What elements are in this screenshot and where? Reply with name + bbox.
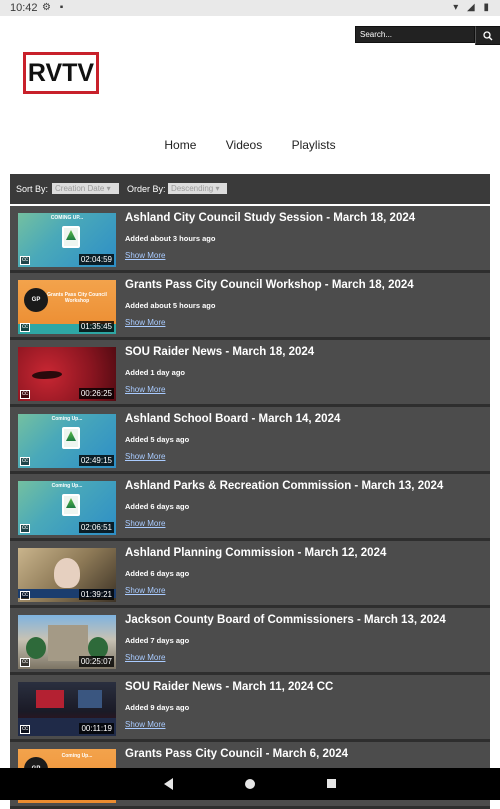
show-more-link[interactable]: Show More [125,720,165,729]
system-status-icons: ▾ ◢ ▮ [453,2,492,13]
show-more-link[interactable]: Show More [125,653,165,662]
closed-caption-icon: cc [20,725,30,734]
closed-caption-icon: cc [20,658,30,667]
video-duration: 00:25:07 [78,656,114,667]
video-item[interactable]: cc 00:26:25 SOU Raider News - March 18, … [10,340,490,407]
order-by-select[interactable]: Descending ▾ [168,183,227,194]
status-bar: 10:42 ⚙ ▪ ▾ ◢ ▮ [0,0,500,16]
video-added-time: Added about 5 hours ago [125,301,216,310]
closed-caption-icon: cc [20,524,30,533]
closed-caption-icon: cc [20,457,30,466]
video-title[interactable]: Ashland Planning Commission - March 12, … [125,547,386,559]
video-title[interactable]: Jackson County Board of Commissioners - … [125,614,446,626]
video-item[interactable]: cc 01:39:21 Ashland Planning Commission … [10,541,490,608]
closed-caption-icon: cc [20,256,30,265]
video-added-time: Added 9 days ago [125,703,190,712]
back-icon[interactable] [164,778,173,790]
video-title[interactable]: SOU Raider News - March 18, 2024 [125,346,314,358]
search-icon [483,30,493,40]
show-more-link[interactable]: Show More [125,251,165,260]
sort-by-select[interactable]: Creation Date ▾ [52,183,119,194]
video-added-time: Added 6 days ago [125,502,190,511]
video-title[interactable]: SOU Raider News - March 11, 2024 CC [125,681,333,693]
video-thumbnail[interactable]: GP Grants Pass City Council Workshop cc … [18,280,116,334]
sort-by-label: Sort By: [16,184,49,194]
video-duration: 02:49:15 [78,455,114,466]
video-added-time: Added 5 days ago [125,435,190,444]
video-title[interactable]: Ashland School Board - March 14, 2024 [125,413,340,425]
order-by-value: Descending [171,184,214,193]
video-item[interactable]: cc 00:25:07 Jackson County Board of Comm… [10,608,490,675]
video-title[interactable]: Grants Pass City Council Workshop - Marc… [125,279,414,291]
video-duration: 02:06:51 [78,522,114,533]
video-title[interactable]: Grants Pass City Council - March 6, 2024 [125,748,348,760]
search-button[interactable] [475,26,500,45]
video-duration: 00:11:19 [79,723,114,734]
video-title[interactable]: Ashland City Council Study Session - Mar… [125,212,415,224]
closed-caption-icon: cc [20,390,30,399]
video-thumbnail[interactable]: cc 00:11:19 [18,682,116,736]
video-thumbnail[interactable]: Coming Up... cc 02:49:15 [18,414,116,468]
ashland-logo-icon [62,494,80,516]
video-item[interactable]: GP Grants Pass City Council Workshop cc … [10,273,490,340]
speaker-image [54,558,80,588]
video-thumbnail[interactable]: Coming Up... cc 02:06:51 [18,481,116,535]
notification-icons: ⚙ ▪ [42,2,67,13]
search-input[interactable] [355,26,475,43]
video-thumbnail[interactable]: cc 00:26:25 [18,347,116,401]
video-item[interactable]: cc 00:11:19 SOU Raider News - March 11, … [10,675,490,742]
tree-image [26,637,46,659]
nav-playlists[interactable]: Playlists [292,138,336,152]
video-added-time: Added 6 days ago [125,569,190,578]
video-duration: 02:04:59 [78,254,114,265]
video-duration: 01:39:21 [78,589,114,600]
video-item[interactable]: COMING UP... cc 02:04:59 Ashland City Co… [10,206,490,273]
show-more-link[interactable]: Show More [125,586,165,595]
thumbnail-caption: Coming Up... [51,483,83,489]
video-list: COMING UP... cc 02:04:59 Ashland City Co… [10,206,490,809]
show-more-link[interactable]: Show More [125,519,165,528]
home-icon[interactable] [245,779,255,789]
video-thumbnail[interactable]: cc 00:25:07 [18,615,116,669]
thumbnail-caption: Coming Up... [51,416,83,422]
show-more-link[interactable]: Show More [125,452,165,461]
thumbnail-caption: Coming Up... [61,753,93,759]
video-title[interactable]: Ashland Parks & Recreation Commission - … [125,480,443,492]
main-nav: Home Videos Playlists [0,138,500,152]
sort-bar: Sort By: Creation Date ▾ Order By: Desce… [10,174,490,204]
video-thumbnail[interactable]: COMING UP... cc 02:04:59 [18,213,116,267]
nav-home[interactable]: Home [164,138,196,152]
raider-logo-icon [31,369,63,381]
closed-caption-icon: cc [20,323,30,332]
show-more-link[interactable]: Show More [125,385,165,394]
video-thumbnail[interactable]: cc 01:39:21 [18,548,116,602]
system-nav-bar [0,768,500,800]
video-duration: 01:35:45 [78,321,114,332]
video-added-time: Added 1 day ago [125,368,186,377]
recents-icon[interactable] [327,779,336,788]
nav-videos[interactable]: Videos [226,138,262,152]
video-duration: 00:26:25 [78,388,114,399]
status-time: 10:42 [10,2,38,14]
video-added-time: Added about 3 hours ago [125,234,216,243]
ashland-logo-icon [62,226,80,248]
order-by-label: Order By: [127,184,166,194]
sort-by-value: Creation Date [55,184,105,193]
video-item[interactable]: Coming Up... cc 02:06:51 Ashland Parks &… [10,474,490,541]
studio-screen-image [78,690,102,708]
video-added-time: Added 7 days ago [125,636,190,645]
studio-screen-image [36,690,64,708]
video-item[interactable]: Coming Up... cc 02:49:15 Ashland School … [10,407,490,474]
search-bar [355,26,500,45]
thumbnail-caption: Grants Pass City Council Workshop [47,292,107,304]
rvtv-logo[interactable]: RVTV [23,52,99,94]
show-more-link[interactable]: Show More [125,318,165,327]
closed-caption-icon: cc [20,591,30,600]
ashland-logo-icon [62,427,80,449]
thumbnail-caption: COMING UP... [50,215,84,221]
